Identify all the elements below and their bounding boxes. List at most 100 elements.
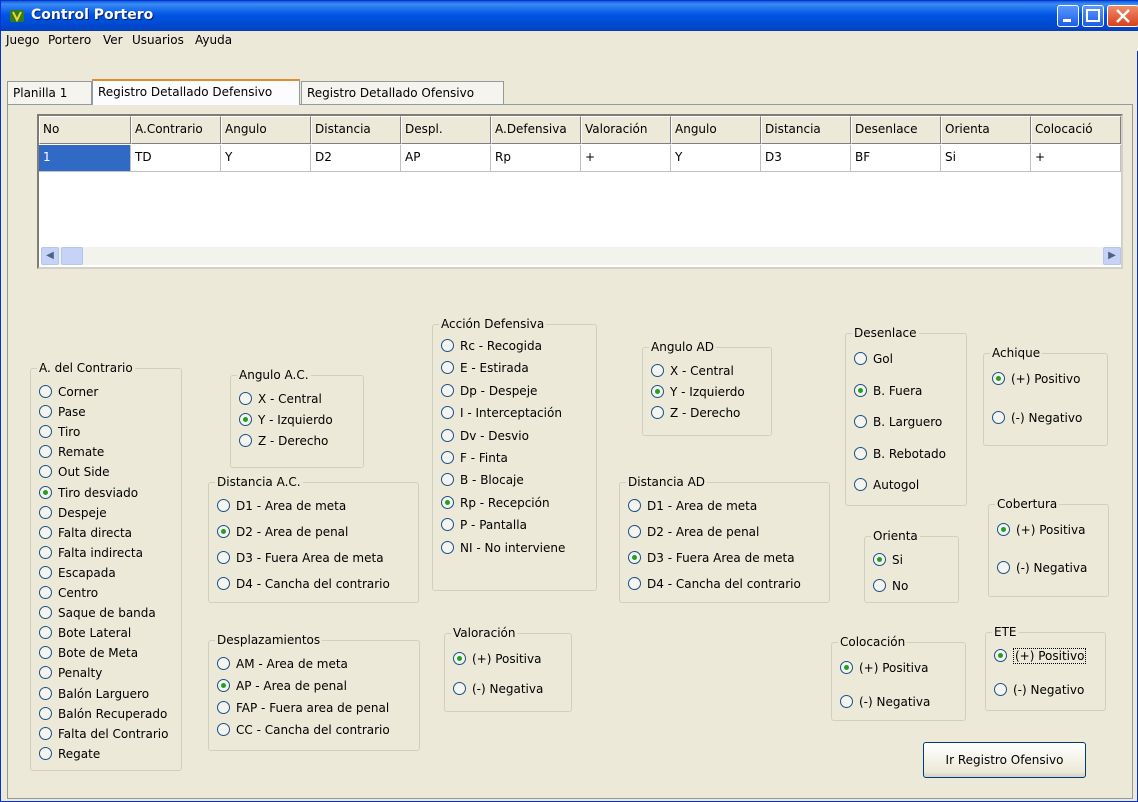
radio-option[interactable]: (+) Positivo [992,372,1080,386]
radio-checked-icon[interactable] [217,525,230,538]
radio-icon[interactable] [854,478,867,491]
radio-option[interactable]: D3 - Fuera Area de meta [217,551,384,565]
radio-option[interactable]: F - Finta [441,451,508,465]
radio-icon[interactable] [628,525,641,538]
menu-usuarios[interactable]: Usuarios [132,33,184,47]
column-header[interactable]: Despl. [401,116,491,144]
menu-juego[interactable]: Juego [6,33,40,47]
radio-icon[interactable] [441,406,454,420]
radio-option[interactable]: D3 - Fuera Area de meta [628,551,795,565]
radio-option[interactable]: D4 - Cancha del contrario [628,577,801,591]
radio-checked-icon[interactable] [873,553,886,566]
radio-checked-icon[interactable] [651,385,664,398]
radio-option[interactable]: Centro [39,586,98,600]
radio-icon[interactable] [441,428,454,442]
radio-icon[interactable] [441,473,454,487]
radio-option[interactable]: Pase [39,405,86,419]
radio-option[interactable]: Y - Izquierdo [239,413,333,427]
table-cell[interactable]: TD [131,145,221,172]
radio-checked-icon[interactable] [453,652,466,665]
radio-option[interactable]: B. Fuera [854,383,922,398]
radio-icon[interactable] [441,451,454,464]
radio-icon[interactable] [39,565,52,579]
radio-icon[interactable] [217,657,230,670]
radio-option[interactable]: D2 - Area de penal [628,525,759,539]
radio-option[interactable]: Penalty [39,666,102,680]
radio-option[interactable]: Falta indirecta [39,545,143,560]
radio-icon[interactable] [441,361,454,375]
maximize-button[interactable] [1082,5,1104,27]
radio-option[interactable]: (-) Negativa [453,682,543,696]
radio-icon[interactable] [39,405,52,419]
radio-option[interactable]: (+) Positiva [453,652,541,666]
menu-ver[interactable]: Ver [103,33,123,47]
radio-icon[interactable] [840,695,853,708]
table-cell[interactable]: Si [941,145,1031,172]
radio-option[interactable]: Z - Derecho [651,406,740,420]
tab-registro-ofensivo[interactable]: Registro Detallado Ofensivo [301,81,504,104]
radio-option[interactable]: AP - Area de penal [217,679,347,693]
radio-option[interactable]: CC - Cancha del contrario [217,723,390,737]
radio-icon[interactable] [854,446,867,460]
radio-checked-icon[interactable] [239,413,252,426]
radio-icon[interactable] [39,746,52,760]
radio-icon[interactable] [994,683,1007,696]
radio-option[interactable]: Bote Lateral [39,626,131,640]
radio-option[interactable]: Z - Derecho [239,434,328,448]
radio-icon[interactable] [39,726,52,740]
radio-option[interactable]: B - Blocaje [441,473,524,487]
table-cell[interactable]: Y [671,145,761,172]
radio-icon[interactable] [441,383,454,397]
radio-checked-icon[interactable] [39,485,52,499]
radio-icon[interactable] [217,723,230,736]
radio-option[interactable]: (+) Positiva [997,523,1085,537]
radio-icon[interactable] [441,540,454,554]
table-cell[interactable]: + [1031,145,1121,172]
radio-option[interactable]: E - Estirada [441,361,529,375]
radio-checked-icon[interactable] [854,383,867,397]
radio-option[interactable]: Bote de Meta [39,646,138,660]
radio-option[interactable]: NI - No interviene [441,540,565,555]
radio-icon[interactable] [39,385,52,398]
radio-icon[interactable] [651,364,664,377]
scroll-right-icon[interactable]: ▶ [1103,247,1121,265]
radio-option[interactable]: (-) Negativo [992,411,1082,425]
radio-option[interactable]: No [873,579,908,593]
radio-icon[interactable] [217,701,230,714]
radio-option[interactable]: FAP - Fuera area de penal [217,701,389,715]
radio-option[interactable]: Gol [854,352,893,366]
radio-checked-icon[interactable] [997,523,1010,536]
radio-icon[interactable] [628,499,641,512]
radio-icon[interactable] [854,415,867,428]
radio-option[interactable]: B. Rebotado [854,446,946,461]
radio-option[interactable]: (-) Negativa [997,561,1087,575]
radio-option[interactable]: Rc - Recogida [441,339,542,353]
radio-option[interactable]: D2 - Area de penal [217,525,348,539]
radio-checked-icon[interactable] [217,679,230,692]
column-header[interactable]: A.Contrario [131,116,221,144]
horizontal-scrollbar[interactable]: ◀ ▶ [41,247,1121,265]
column-header[interactable]: Distancia [311,116,401,144]
data-grid[interactable]: No A.Contrario Angulo Distancia Despl. A.Defe… [37,114,1123,269]
radio-option[interactable]: D1 - Area de meta [217,499,346,513]
column-header[interactable]: Desenlace [851,116,941,144]
radio-option[interactable]: Rp - Recepción [441,495,550,510]
column-header[interactable]: Valoración [581,116,671,144]
radio-option[interactable]: (+) Positiva [840,661,928,675]
radio-option[interactable]: Out Side [39,465,110,479]
radio-option[interactable]: Dv - Desvio [441,428,529,443]
table-cell[interactable]: AP [401,145,491,172]
radio-icon[interactable] [873,579,886,592]
radio-icon[interactable] [39,666,52,680]
radio-icon[interactable] [39,606,52,620]
radio-icon[interactable] [39,586,52,599]
radio-icon[interactable] [217,577,230,590]
tab-planilla-1[interactable]: Planilla 1 [7,81,92,104]
radio-option[interactable]: (+) Positivo [994,648,1087,664]
radio-icon[interactable] [39,525,52,539]
radio-option[interactable]: Saque de banda [39,606,156,620]
radio-option[interactable]: Si [873,553,903,567]
table-cell[interactable]: Y [221,145,311,172]
column-header[interactable]: Distancia [761,116,851,144]
scroll-thumb[interactable] [61,247,83,265]
